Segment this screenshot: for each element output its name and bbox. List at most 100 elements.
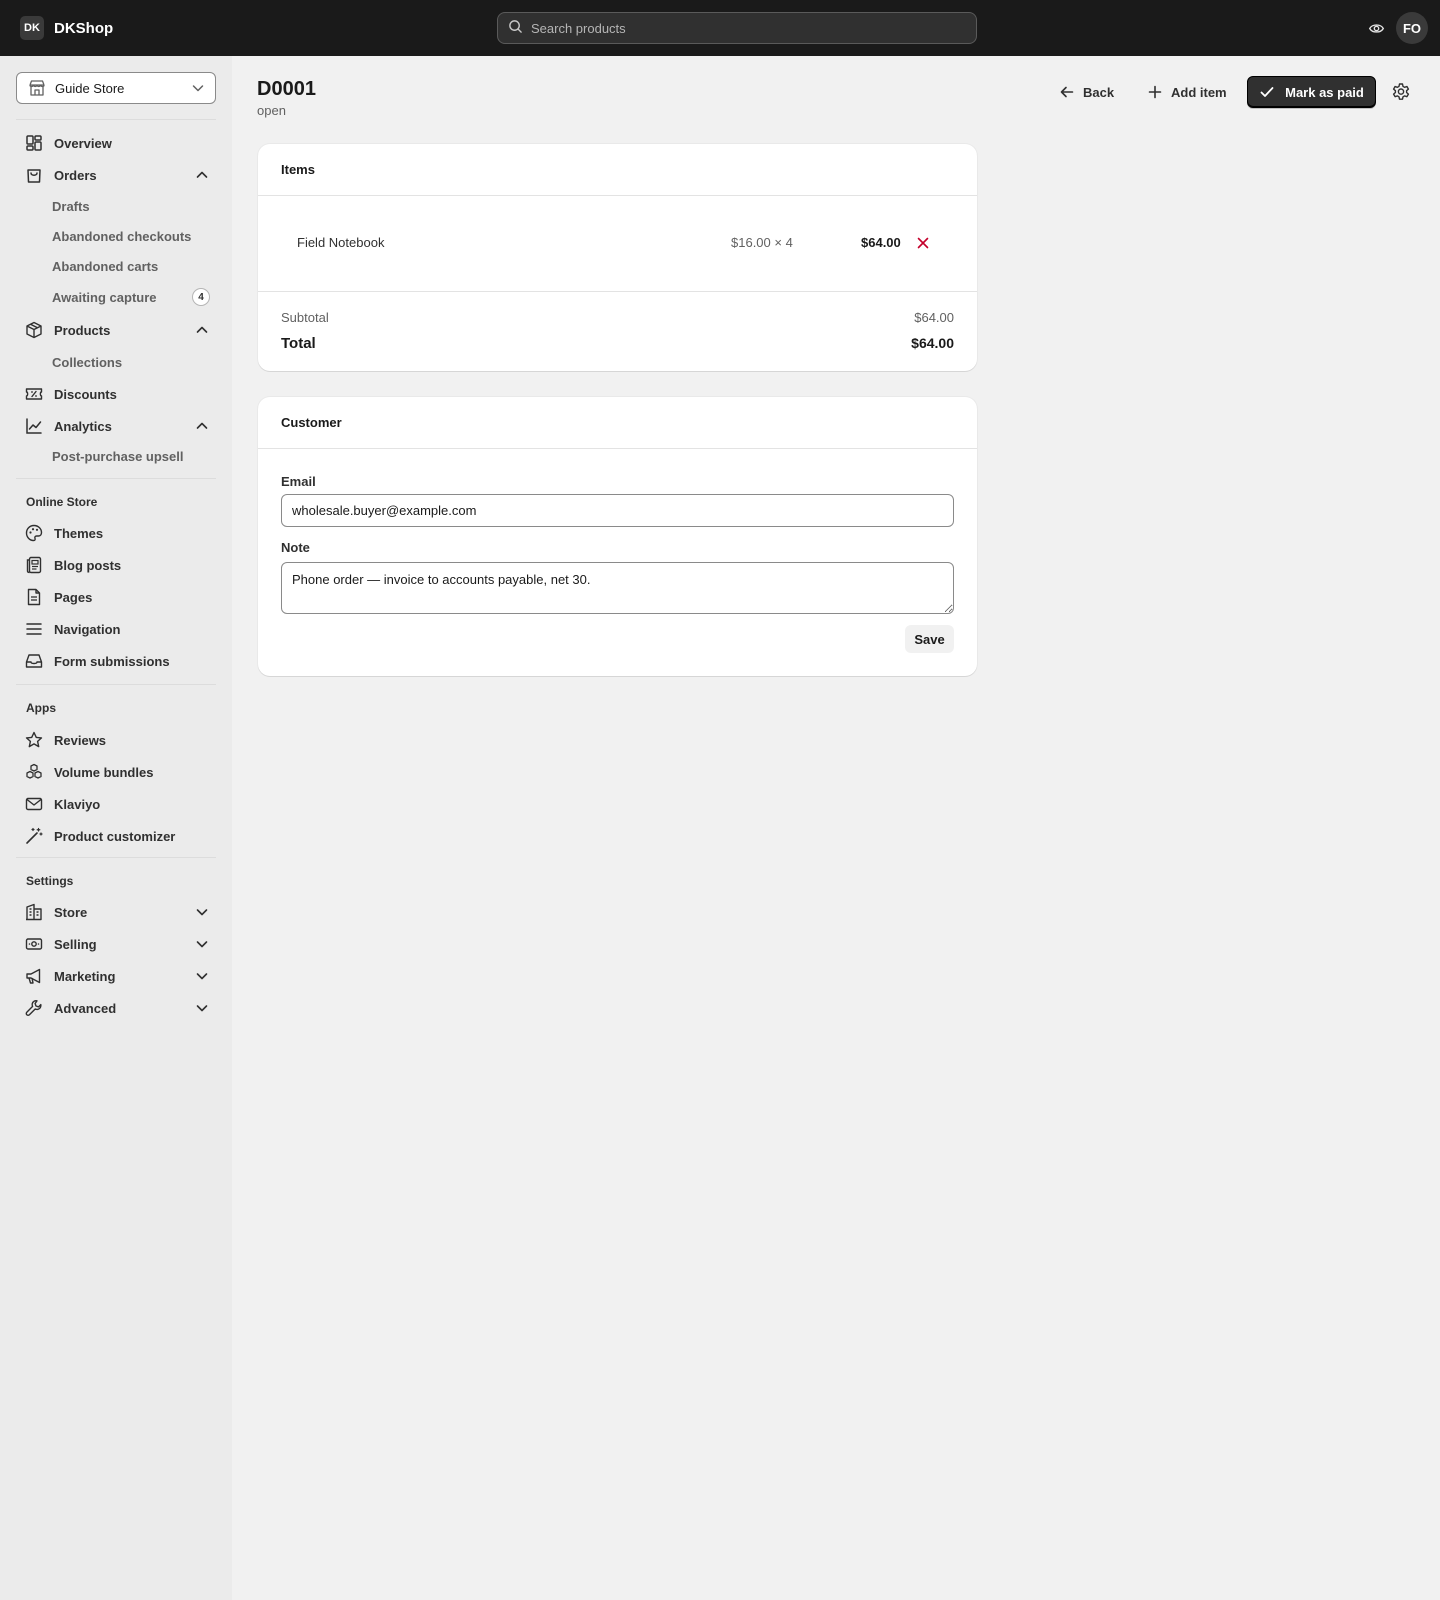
sidebar-item-pages[interactable]: Pages — [24, 583, 212, 611]
mark-as-paid-button[interactable]: Mark as paid — [1247, 76, 1376, 108]
line-item-unit-price: $16.00 × 4 — [731, 235, 793, 250]
sidebar-item-form-submissions[interactable]: Form submissions — [24, 647, 212, 675]
sidebar-item-label: Blog posts — [54, 557, 122, 573]
chevron-up-icon[interactable] — [192, 320, 212, 340]
dashboard-icon — [24, 133, 44, 153]
store-icon — [29, 80, 45, 96]
sidebar-item-label: Discounts — [54, 386, 117, 402]
sidebar-item-label: Reviews — [54, 732, 107, 748]
sidebar-item-label: Navigation — [54, 621, 121, 637]
sidebar-item-post-purchase-upsell[interactable]: Post-purchase upsell — [52, 443, 212, 469]
items-card: Items Field Notebook $16.00 × 4 $64.00 S… — [258, 144, 977, 371]
blog-icon — [24, 555, 44, 575]
sidebar-item-label: Advanced — [54, 1000, 117, 1016]
chevron-down-icon[interactable] — [192, 902, 212, 922]
line-item-total: $64.00 — [861, 235, 901, 250]
sidebar-item-label: Collections — [52, 354, 123, 370]
sidebar-item-label: Klaviyo — [54, 796, 101, 812]
add-item-button[interactable]: Add item — [1137, 77, 1237, 107]
back-button-label: Back — [1083, 84, 1115, 100]
sidebar-item-navigation[interactable]: Navigation — [24, 615, 212, 643]
section-label-online-store: Online Store — [26, 495, 98, 509]
sidebar-item-label: Products — [54, 322, 111, 338]
search-bar[interactable] — [497, 12, 977, 44]
sidebar-item-label: Themes — [54, 525, 104, 541]
sidebar-item-awaiting-capture[interactable]: Awaiting capture 4 — [52, 284, 212, 310]
chevron-down-icon — [192, 85, 204, 92]
sidebar-item-label: Form submissions — [54, 653, 170, 669]
section-label-apps: Apps — [26, 701, 56, 715]
chevron-down-icon[interactable] — [192, 998, 212, 1018]
sidebar-item-products[interactable]: Products — [24, 316, 212, 344]
sidebar-item-advanced[interactable]: Advanced — [24, 994, 212, 1022]
section-label-settings: Settings — [26, 874, 74, 888]
note-textarea[interactable]: Phone order — invoice to accounts payabl… — [281, 562, 954, 614]
line-item: Field Notebook $16.00 × 4 $64.00 — [258, 196, 977, 292]
sidebar-divider — [16, 684, 216, 685]
sidebar-divider — [16, 478, 216, 479]
brand-logo: DK — [20, 16, 44, 40]
sidebar-item-overview[interactable]: Overview — [24, 129, 212, 157]
sidebar-item-label: Volume bundles — [54, 764, 154, 780]
sidebar-item-analytics[interactable]: Analytics — [24, 412, 212, 440]
subtotal-row: Subtotal $64.00 — [281, 310, 954, 325]
bundles-cubes-icon — [24, 762, 44, 782]
chevron-up-icon[interactable] — [192, 165, 212, 185]
sidebar-item-product-customizer[interactable]: Product customizer — [24, 822, 212, 850]
email-field[interactable] — [281, 494, 954, 527]
wrench-icon — [24, 998, 44, 1018]
total-row: Total $64.00 — [281, 335, 954, 352]
gear-icon — [1392, 83, 1410, 100]
save-button[interactable]: Save — [905, 625, 954, 653]
arrow-left-icon — [1060, 86, 1074, 98]
sidebar-item-abandoned-carts[interactable]: Abandoned carts — [52, 253, 212, 279]
star-icon — [24, 730, 44, 750]
shopping-bag-icon — [24, 165, 44, 185]
items-card-title: Items — [258, 144, 977, 196]
search-input[interactable] — [531, 20, 976, 36]
chevron-up-icon[interactable] — [192, 416, 212, 436]
sidebar-item-label: Awaiting capture — [52, 289, 157, 305]
customer-card: Customer Email Note Phone order — invoic… — [258, 397, 977, 676]
sidebar-item-orders[interactable]: Orders — [24, 161, 212, 189]
chevron-down-icon[interactable] — [192, 934, 212, 954]
total-value: $64.00 — [911, 335, 954, 351]
brand-name: DKShop — [54, 19, 114, 37]
sidebar-item-abandoned-checkouts[interactable]: Abandoned checkouts — [52, 223, 212, 249]
page-title: D0001 — [257, 78, 316, 100]
sidebar-item-klaviyo[interactable]: Klaviyo — [24, 790, 212, 818]
sidebar-item-volume-bundles[interactable]: Volume bundles — [24, 758, 212, 786]
sidebar-item-label: Overview — [54, 135, 112, 151]
sidebar-item-reviews[interactable]: Reviews — [24, 726, 212, 754]
brand[interactable]: DK DKShop — [20, 16, 113, 40]
preview-store-button[interactable] — [1366, 18, 1386, 38]
top-bar: DK DKShop FO — [0, 0, 1440, 56]
sidebar-item-discounts[interactable]: Discounts — [24, 380, 212, 408]
close-icon — [917, 237, 929, 249]
sidebar-item-marketing[interactable]: Marketing — [24, 962, 212, 990]
product-box-icon — [24, 320, 44, 340]
user-avatar[interactable]: FO — [1396, 12, 1428, 44]
sidebar-item-drafts[interactable]: Drafts — [52, 193, 212, 219]
sidebar-item-label: Orders — [54, 167, 97, 183]
chevron-down-icon[interactable] — [192, 966, 212, 986]
back-button[interactable]: Back — [1049, 77, 1124, 107]
checkmark-icon — [1260, 87, 1274, 97]
palette-icon — [24, 523, 44, 543]
count-badge: 4 — [192, 288, 210, 306]
analytics-chart-icon — [24, 416, 44, 436]
sidebar-item-collections[interactable]: Collections — [52, 349, 212, 375]
megaphone-icon — [24, 966, 44, 986]
sidebar-item-label: Store — [54, 904, 88, 920]
sidebar-item-selling[interactable]: Selling — [24, 930, 212, 958]
inbox-icon — [24, 651, 44, 671]
store-selector[interactable]: Guide Store — [16, 72, 216, 104]
settings-button[interactable] — [1390, 81, 1412, 103]
sidebar-item-store[interactable]: Store — [24, 898, 212, 926]
sidebar-item-themes[interactable]: Themes — [24, 519, 212, 547]
plus-icon — [1148, 85, 1162, 99]
sidebar-item-label: Selling — [54, 936, 97, 952]
total-label: Total — [281, 335, 316, 352]
remove-item-button[interactable] — [914, 234, 932, 252]
sidebar-item-blog-posts[interactable]: Blog posts — [24, 551, 212, 579]
